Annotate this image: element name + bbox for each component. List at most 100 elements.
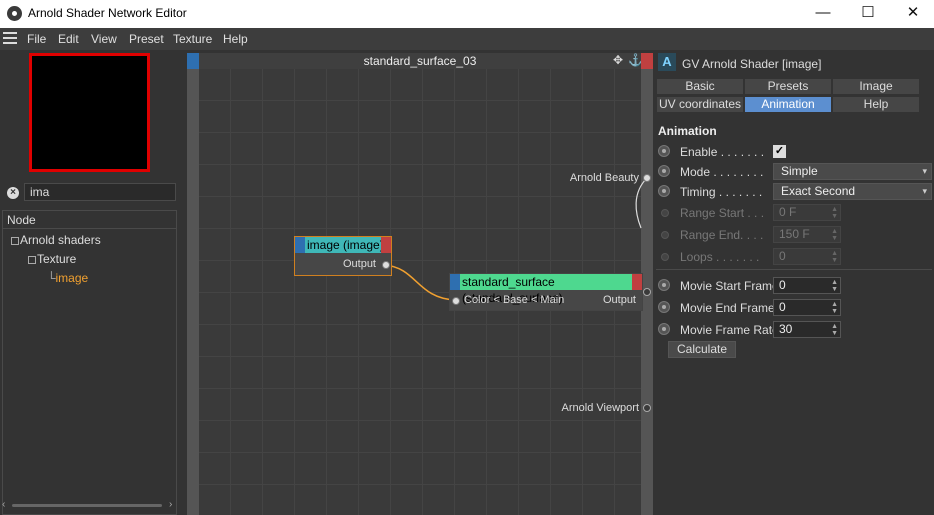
keyframe-icon[interactable]	[658, 185, 670, 197]
beauty-wire	[635, 177, 648, 229]
movie-end-field[interactable]: 0 ▲ ▼	[773, 299, 841, 316]
timing-row: Timing . . . . . . . Exact Second ▾	[656, 183, 932, 203]
panel-header: A GV Arnold Shader [image]	[654, 50, 934, 76]
tab-animation[interactable]: Animation	[744, 96, 832, 113]
arnold-viewport-port[interactable]	[643, 404, 651, 412]
enable-row: Enable . . . . . . . ✓	[656, 143, 932, 163]
tab-help[interactable]: Help	[832, 96, 920, 113]
scroll-thumb[interactable]	[12, 504, 162, 507]
menu-view[interactable]: View	[91, 32, 117, 46]
loops-field: 0 ▲ ▼	[773, 248, 841, 265]
enable-label: Enable . . . . . . .	[680, 145, 765, 159]
tree-header: Node	[3, 211, 176, 229]
window-title: Arnold Shader Network Editor	[28, 6, 187, 20]
title-bar: Arnold Shader Network Editor — ☐ ✕	[0, 0, 934, 28]
clear-search-icon[interactable]: ×	[7, 187, 19, 199]
mode-row: Mode . . . . . . . . Simple ▾	[656, 163, 932, 183]
collapse-icon[interactable]	[28, 255, 36, 264]
range-start-row: Range Start . . . 0 F ▲ ▼	[656, 204, 932, 224]
image-output-port[interactable]	[382, 261, 390, 269]
movie-start-field[interactable]: 0 ▲ ▼	[773, 277, 841, 294]
movie-rate-row: Movie Frame Rate 30 ▲ ▼	[656, 321, 932, 341]
stepper-icon[interactable]: ▲ ▼	[831, 301, 838, 315]
scroll-left-icon[interactable]: ‹	[2, 499, 5, 510]
range-start-label: Range Start . . .	[680, 206, 765, 220]
arnold-logo-icon: A	[658, 53, 676, 71]
stepper-icon: ▲ ▼	[831, 228, 838, 242]
image-output-label: Output	[342, 258, 376, 270]
shader-preview	[29, 53, 150, 172]
left-panel: × Node Arnold shaders Texture └image ‹ ›	[0, 50, 186, 515]
search-row: ×	[2, 183, 180, 203]
movie-rate-label: Movie Frame Rate	[680, 323, 779, 337]
close-button[interactable]: ✕	[890, 0, 934, 28]
tree-item-arnold-shaders[interactable]: Arnold shaders	[11, 233, 101, 247]
menu-help[interactable]: Help	[223, 32, 248, 46]
stepper-icon: ▲ ▼	[831, 250, 838, 264]
keyframe-icon[interactable]	[658, 279, 670, 291]
movie-end-label: Movie End Frame	[680, 301, 775, 315]
arnold-beauty-label: Arnold Beauty	[569, 172, 639, 184]
hamburger-menu-icon[interactable]	[3, 32, 17, 45]
tab-basic[interactable]: Basic	[656, 78, 744, 95]
keyframe-icon	[661, 209, 669, 217]
search-input[interactable]	[24, 183, 176, 201]
maximize-button[interactable]: ☐	[845, 0, 891, 28]
image-node[interactable]: image (image) Output	[294, 236, 392, 276]
keyframe-icon[interactable]	[658, 145, 670, 157]
menu-edit[interactable]: Edit	[58, 32, 79, 46]
keyframe-icon	[661, 231, 669, 239]
menu-preset[interactable]: Preset	[129, 32, 164, 46]
enable-checkbox[interactable]: ✓	[773, 145, 786, 158]
movie-rate-field[interactable]: 30 ▲ ▼	[773, 321, 841, 338]
surface-output-port[interactable]	[643, 288, 651, 296]
arnold-viewport-label: Arnold Viewport	[561, 402, 639, 414]
tree-item-image[interactable]: └image	[47, 271, 88, 285]
tab-presets[interactable]: Presets	[744, 78, 832, 95]
image-to-surface-wire	[384, 264, 456, 301]
range-end-field: 150 F ▲ ▼	[773, 226, 841, 243]
keyframe-icon	[661, 253, 669, 261]
range-end-row: Range End. . . . 150 F ▲ ▼	[656, 226, 932, 246]
stepper-icon[interactable]: ▲ ▼	[831, 323, 838, 337]
color-input-port[interactable]	[452, 297, 460, 305]
collapse-icon[interactable]	[11, 236, 19, 245]
image-node-title: image (image)	[307, 238, 384, 252]
surface-output-label: Output	[602, 294, 636, 306]
tab-image-attributes[interactable]: Image attributes	[832, 78, 920, 108]
divider	[656, 269, 932, 270]
mode-dropdown[interactable]: Simple ▾	[773, 163, 932, 180]
movie-start-label: Movie Start Frame	[680, 279, 779, 293]
movie-end-row: Movie End Frame 0 ▲ ▼	[656, 299, 932, 319]
section-title: Animation	[658, 124, 717, 138]
keyframe-icon[interactable]	[658, 301, 670, 313]
movie-start-row: Movie Start Frame 0 ▲ ▼	[656, 277, 932, 297]
keyframe-icon[interactable]	[658, 323, 670, 335]
menu-file[interactable]: File	[27, 32, 46, 46]
stepper-icon: ▲ ▼	[831, 206, 838, 220]
minimize-button[interactable]: —	[800, 0, 846, 28]
panel-title: GV Arnold Shader [image]	[682, 57, 822, 71]
timing-label: Timing . . . . . . .	[680, 185, 763, 199]
mode-label: Mode . . . . . . . .	[680, 165, 764, 179]
attributes-panel: A GV Arnold Shader [image] Basic Presets…	[654, 50, 934, 515]
range-start-field: 0 F ▲ ▼	[773, 204, 841, 221]
app-icon	[7, 6, 22, 21]
tree-scrollbar[interactable]: ‹ ›	[2, 499, 177, 511]
loops-row: Loops . . . . . . . 0 ▲ ▼	[656, 248, 932, 268]
tree-item-texture[interactable]: Texture	[28, 252, 76, 266]
tab-uv-coordinates[interactable]: UV coordinates	[656, 96, 744, 113]
timing-dropdown[interactable]: Exact Second ▾	[773, 183, 932, 200]
node-canvas[interactable]: standard_surface_03 ✥ ⚓ image (image) Ou…	[187, 53, 653, 515]
standard-surface-node[interactable]: standard_surface (standard_surface) Colo…	[449, 273, 643, 311]
stepper-icon[interactable]: ▲ ▼	[831, 279, 838, 293]
menu-texture[interactable]: Texture	[173, 32, 212, 46]
scroll-right-icon[interactable]: ›	[169, 499, 172, 510]
menu-bar: File Edit View Preset Texture Help	[0, 28, 934, 50]
color-input-label: Color < Base < Main	[464, 294, 565, 306]
keyframe-icon[interactable]	[658, 165, 670, 177]
arnold-beauty-port[interactable]	[643, 174, 651, 182]
calculate-button[interactable]: Calculate	[668, 341, 736, 358]
loops-label: Loops . . . . . . .	[680, 250, 760, 264]
node-tree: Node Arnold shaders Texture └image	[2, 210, 177, 515]
